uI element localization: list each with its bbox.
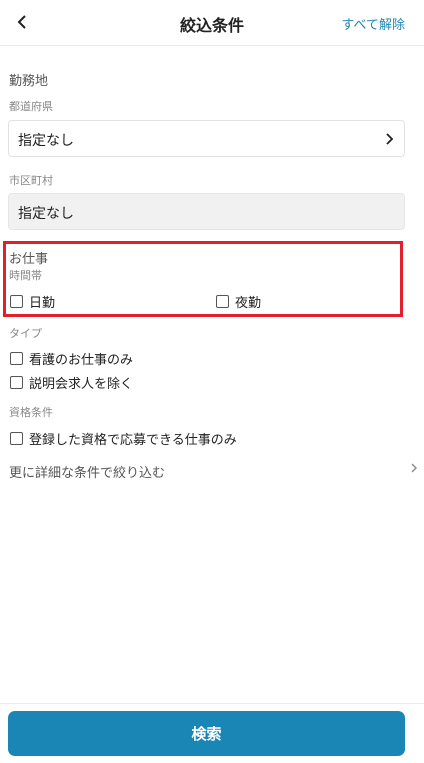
time-slot-label: 時間帯 [9,269,42,282]
day-shift-label: 日勤 [29,296,56,311]
highlight-frame [3,241,403,317]
qualification-heading: 資格条件 [9,406,53,419]
city-value: 指定なし [18,206,74,222]
chevron-left-icon [17,15,26,29]
type-heading: タイプ [9,327,42,340]
work-location-heading: 勤務地 [9,74,49,89]
checkbox-icon [10,352,23,365]
city-select: 指定なし [8,193,405,230]
checkbox-icon [10,295,23,308]
search-button[interactable]: 検索 [8,711,405,756]
checkbox-icon [10,376,23,389]
city-label: 市区町村 [9,174,53,187]
nursing-only-checkbox[interactable]: 看護のお仕事のみ [10,349,133,368]
registered-qualification-label: 登録した資格で応募できる仕事のみ [29,433,237,448]
checkbox-icon [216,295,229,308]
prefecture-label: 都道府県 [9,100,53,113]
nursing-only-label: 看護のお仕事のみ [29,353,134,368]
app-header: 絞込条件 すべて解除 [0,0,424,46]
prefecture-value: 指定なし [18,133,74,149]
registered-qualification-checkbox[interactable]: 登録した資格で応募できる仕事のみ [10,429,237,448]
exclude-briefing-label: 説明会求人を除く [29,377,134,392]
day-shift-checkbox[interactable]: 日勤 [10,292,55,311]
checkbox-icon [10,432,23,445]
back-button[interactable] [10,10,34,34]
chevron-right-icon [386,133,394,145]
more-conditions-link[interactable]: 更に詳細な条件で絞り込む [9,462,165,481]
chevron-right-icon[interactable] [410,462,418,474]
exclude-briefing-checkbox[interactable]: 説明会求人を除く [10,373,133,392]
footer-divider [0,703,424,704]
clear-all-button[interactable]: すべて解除 [341,14,405,33]
prefecture-select[interactable]: 指定なし [8,120,405,157]
night-shift-checkbox[interactable]: 夜勤 [216,292,261,311]
night-shift-label: 夜勤 [235,296,262,311]
job-heading: お仕事 [9,252,49,267]
